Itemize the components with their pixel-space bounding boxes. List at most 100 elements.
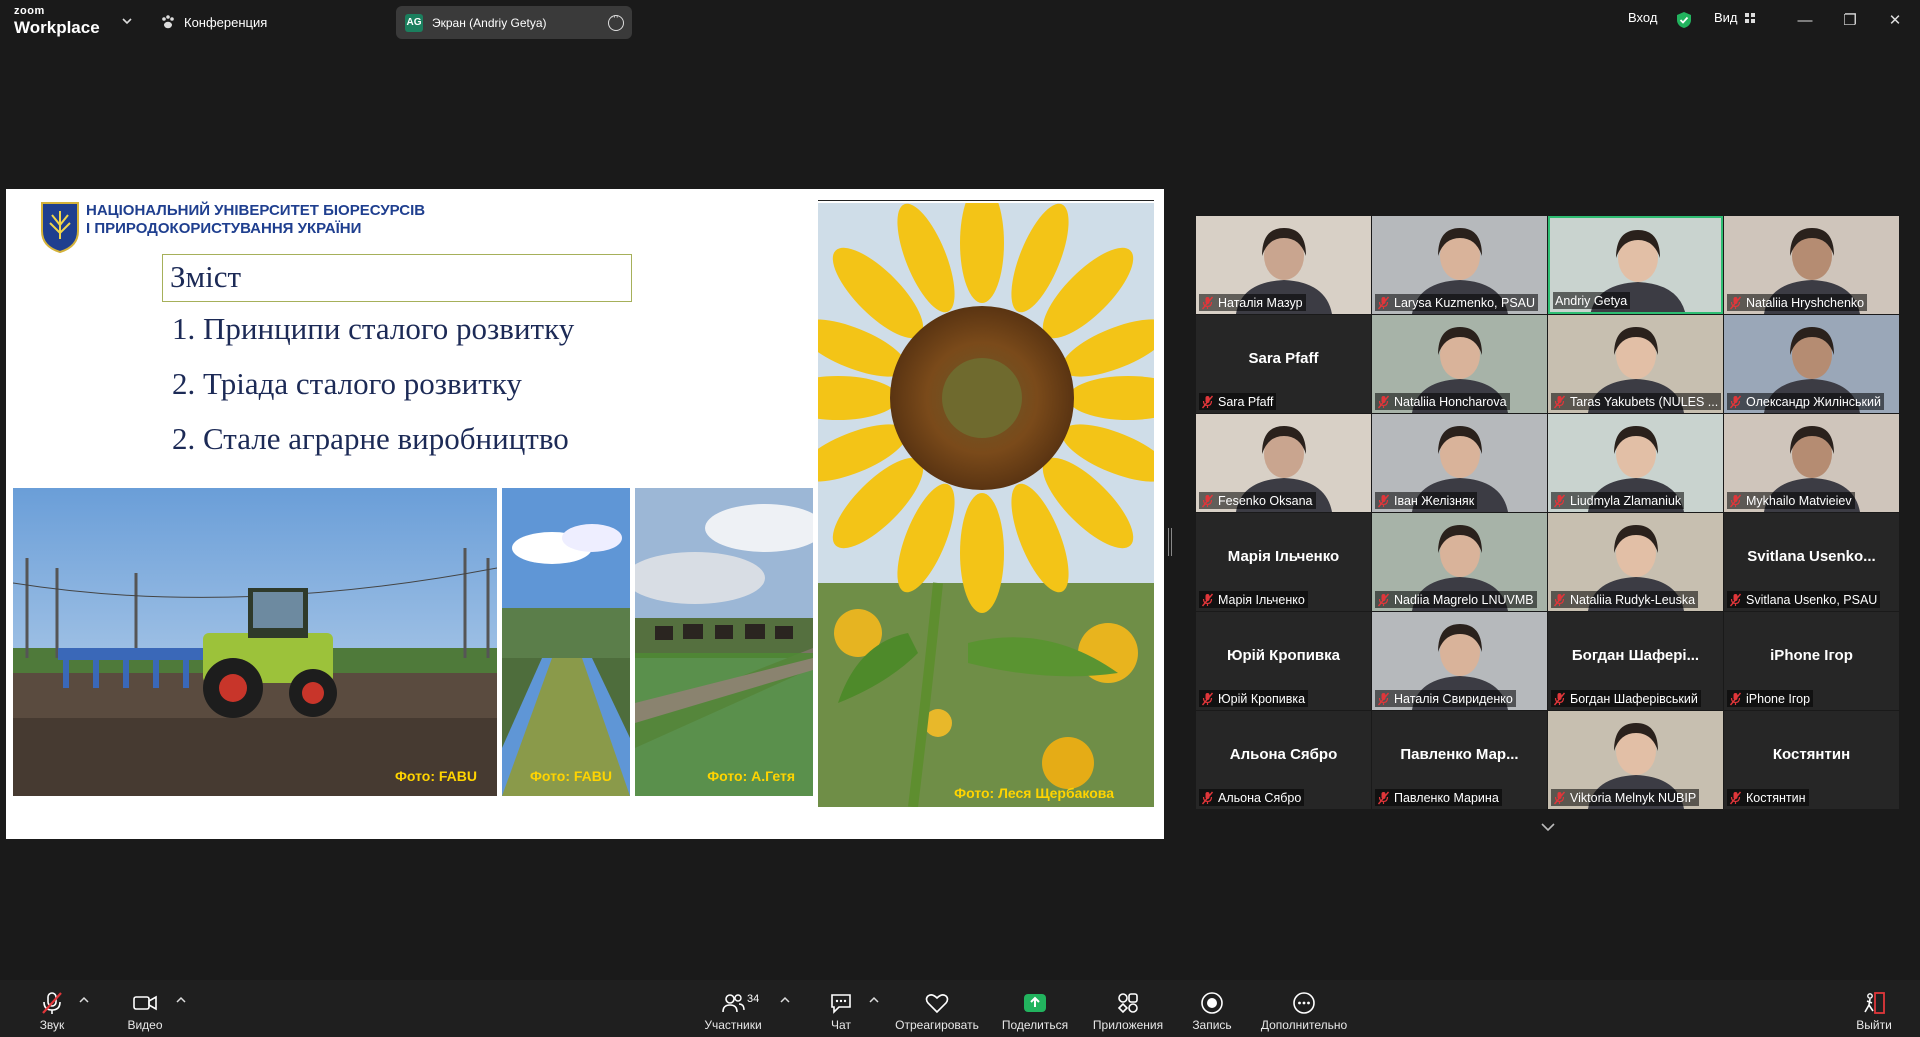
- participant-display-name: Юрій Кропивка: [1226, 647, 1341, 664]
- participant-tile[interactable]: Fesenko Oksana: [1196, 414, 1371, 512]
- sharer-avatar: AG: [405, 13, 423, 32]
- mic-muted-icon: [1553, 395, 1566, 408]
- meeting-label: Конференция: [184, 14, 268, 30]
- video-button[interactable]: Видео: [125, 990, 165, 1032]
- participant-name: Nadiia Magrelo LNUVMB: [1394, 592, 1534, 607]
- view-label: Вид: [1714, 10, 1738, 25]
- mic-muted-icon: [1377, 494, 1390, 507]
- participant-tile[interactable]: Марія Ільченко Марія Ільченко: [1196, 513, 1371, 611]
- react-button[interactable]: Отреагировать: [894, 990, 980, 1032]
- participant-display-name: iPhone Ігор: [1770, 647, 1853, 664]
- participant-tile[interactable]: iPhone Ігор iPhone Ігор: [1724, 612, 1899, 710]
- participant-tile[interactable]: Andriy Getya: [1548, 216, 1723, 314]
- participant-name-label: Марія Ільченко: [1199, 591, 1308, 608]
- more-icon: [1293, 992, 1315, 1014]
- leave-label: Выйти: [1856, 1018, 1892, 1032]
- mic-muted-icon: [1553, 593, 1566, 606]
- participant-name: Костянтин: [1746, 790, 1806, 805]
- participant-name: Fesenko Oksana: [1218, 493, 1313, 508]
- participants-label: Участники: [704, 1018, 762, 1032]
- meeting-info-button[interactable]: Конференция: [160, 12, 267, 32]
- participant-tile[interactable]: Mykhailo Matvieiev: [1724, 414, 1899, 512]
- participant-display-name: Богдан Шафері...: [1571, 647, 1700, 664]
- participant-tile[interactable]: Taras Yakubets (NULES ...: [1548, 315, 1723, 413]
- panel-splitter[interactable]: [1168, 528, 1172, 556]
- leave-button[interactable]: Выйти: [1856, 990, 1892, 1032]
- participant-name: Богдан Шаферівський: [1570, 691, 1698, 706]
- restore-button[interactable]: ❐: [1839, 10, 1861, 32]
- mic-muted-icon: [1377, 692, 1390, 705]
- participant-gallery: Наталія Мазур Larysa Kuzmenko, PSAU Andriy…: [1196, 216, 1900, 810]
- participant-tile[interactable]: Юрій Кропивка Юрій Кропивка: [1196, 612, 1371, 710]
- tractor-photo: Фото: FABU: [13, 488, 497, 796]
- participant-name: Марія Ільченко: [1218, 592, 1305, 607]
- chevron-down-icon[interactable]: [120, 14, 134, 28]
- participant-tile[interactable]: Наталія Свириденко: [1372, 612, 1547, 710]
- share-label-toolbar: Поделиться: [1001, 1018, 1069, 1032]
- participant-tile[interactable]: Павленко Мар... Павленко Марина: [1372, 711, 1547, 809]
- mic-muted-icon: [1553, 692, 1566, 705]
- close-button[interactable]: ✕: [1884, 10, 1906, 32]
- camera-icon: [133, 995, 157, 1011]
- participant-tile[interactable]: Альона Сябро Альона Сябро: [1196, 711, 1371, 809]
- apps-button[interactable]: Приложения: [1090, 990, 1166, 1032]
- participant-name: Nataliia Hryshchenko: [1746, 295, 1865, 310]
- participant-tile[interactable]: Liudmyla Zlamaniuk: [1548, 414, 1723, 512]
- participant-name: Наталія Свириденко: [1394, 691, 1513, 706]
- participant-tile[interactable]: Nataliia Honcharova: [1372, 315, 1547, 413]
- participant-display-name: Костянтин: [1772, 746, 1851, 763]
- chat-options-caret-icon[interactable]: [869, 996, 879, 1004]
- mic-muted-icon: [1201, 692, 1214, 705]
- audio-button[interactable]: Звук: [36, 990, 68, 1032]
- video-options-caret-icon[interactable]: [176, 996, 186, 1004]
- participant-name-label: Альона Сябро: [1199, 789, 1305, 806]
- participant-tile[interactable]: Іван Желізняк: [1372, 414, 1547, 512]
- shield-check-icon[interactable]: [1676, 11, 1692, 29]
- mic-muted-icon: [1201, 395, 1214, 408]
- participant-name: Liudmyla Zlamaniuk: [1570, 493, 1682, 508]
- participant-tile[interactable]: Олександр Жилінський: [1724, 315, 1899, 413]
- mic-muted-icon: [1729, 593, 1742, 606]
- participant-tile[interactable]: Nadiia Magrelo LNUVMB: [1372, 513, 1547, 611]
- participant-name-label: Larysa Kuzmenko, PSAU: [1375, 294, 1539, 311]
- participant-tile[interactable]: Larysa Kuzmenko, PSAU: [1372, 216, 1547, 314]
- chat-button[interactable]: Чат: [826, 990, 856, 1032]
- top-bar: zoom Workplace Конференция AG Экран (And…: [0, 0, 1920, 44]
- participant-tile[interactable]: Viktoria Melnyk NUBIP: [1548, 711, 1723, 809]
- signin-button[interactable]: Вход: [1628, 10, 1657, 25]
- participant-name: Олександр Жилінський: [1746, 394, 1881, 409]
- participant-tile[interactable]: Костянтин Костянтин: [1724, 711, 1899, 809]
- participant-name-label: Sara Pfaff: [1199, 393, 1277, 410]
- more-options-icon[interactable]: [608, 11, 624, 31]
- participant-tile[interactable]: Sara Pfaff Sara Pfaff: [1196, 315, 1371, 413]
- minimize-button[interactable]: —: [1794, 10, 1816, 32]
- shared-screen: НАЦІОНАЛЬНИЙ УНІВЕРСИТЕТ БІОРЕСУРСІВ І П…: [6, 189, 1164, 839]
- participants-options-caret-icon[interactable]: [780, 996, 790, 1004]
- participant-name: Павленко Марина: [1394, 790, 1499, 805]
- heart-icon: [925, 994, 949, 1014]
- participant-name: Nataliia Honcharova: [1394, 394, 1507, 409]
- view-button[interactable]: Вид: [1714, 10, 1756, 25]
- more-button[interactable]: Дополнительно: [1258, 990, 1350, 1032]
- participant-tile[interactable]: Наталія Мазур: [1196, 216, 1371, 314]
- participant-name: Nataliia Rudyk-Leuska: [1570, 592, 1696, 607]
- participant-tile[interactable]: Nataliia Rudyk-Leuska: [1548, 513, 1723, 611]
- mic-muted-icon: [1201, 593, 1214, 606]
- participant-tile[interactable]: Nataliia Hryshchenko: [1724, 216, 1899, 314]
- chat-label: Чат: [831, 1018, 851, 1032]
- brand-bottom: Workplace: [14, 18, 100, 37]
- share-button[interactable]: Поделиться: [1000, 990, 1070, 1032]
- participant-tile[interactable]: Svitlana Usenko... Svitlana Usenko, PSAU: [1724, 513, 1899, 611]
- participants-count: 34: [747, 993, 760, 1005]
- grid-view-icon: [1744, 12, 1755, 23]
- record-button[interactable]: Запись: [1190, 990, 1234, 1032]
- react-label: Отреагировать: [895, 1018, 979, 1032]
- gallery-scroll-down-icon[interactable]: [1538, 817, 1558, 837]
- participant-name: Іван Желізняк: [1394, 493, 1475, 508]
- mic-muted-icon: [1729, 791, 1742, 804]
- participant-name-label: Viktoria Melnyk NUBIP: [1551, 789, 1700, 806]
- screen-share-pill[interactable]: AG Экран (Andriy Getya): [396, 6, 632, 39]
- audio-options-caret-icon[interactable]: [79, 996, 89, 1004]
- participant-tile[interactable]: Богдан Шафері... Богдан Шаферівський: [1548, 612, 1723, 710]
- mic-muted-icon: [1377, 395, 1390, 408]
